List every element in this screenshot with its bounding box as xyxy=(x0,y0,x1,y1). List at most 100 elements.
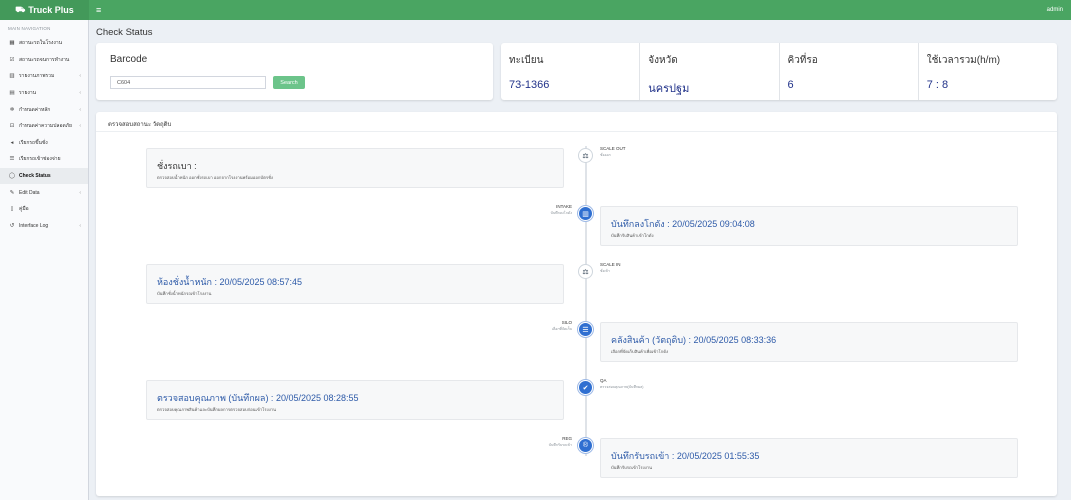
sidebar-item[interactable]: ✲ กำหนดค่าหลัก ‹ xyxy=(0,101,88,118)
timeline-card-title: บันทึกรับรถเข้า : 20/05/2025 01:55:35 xyxy=(611,451,760,461)
info-label: ใช้เวลารวม(h/m) xyxy=(926,55,1001,66)
timeline-card-title: บันทึกลงโกดัง : 20/05/2025 09:04:08 xyxy=(611,219,755,229)
barcode-panel: Barcode Search xyxy=(96,43,493,100)
bar-chart-icon: ▥ xyxy=(9,73,15,80)
checkbox-icon: ☑ xyxy=(9,56,15,63)
sidebar-item[interactable]: ⊡ กำหนดค่าความปลอดภัย ‹ xyxy=(0,118,88,135)
sidebar-item-label: รายงานภาพรวม xyxy=(19,73,55,80)
scale-icon: ⚖ xyxy=(578,264,593,279)
sidebar-item-label: รายงาน xyxy=(19,90,37,97)
timeline-step-subtitle: บันทึกรับรถเข้า xyxy=(548,443,572,447)
nav-header: MAIN NAVIGATION xyxy=(8,26,51,31)
chevron-left-icon: ‹ xyxy=(79,106,81,113)
sidebar-item[interactable]: ☰ เรียกรถเข้าช่องจ่าย xyxy=(0,151,88,168)
sidebar-item[interactable]: ◂ เรียกรถขึ้นชั่ง xyxy=(0,135,88,152)
info-province: จังหวัด นครปฐม xyxy=(640,43,780,100)
timeline-step-tag: SILO เลือกที่จัดเก็บ xyxy=(552,320,572,332)
sidebar-item-label: สถานะรถในโรงงาน xyxy=(19,40,63,47)
warehouse-icon: ▥ xyxy=(578,206,593,221)
sidebar-item[interactable]: ▥ รายงานภาพรวม ‹ xyxy=(0,68,88,85)
timeline-step-tag: SCALE IN ชั่งเข้า xyxy=(600,262,621,274)
barcode-title: Barcode xyxy=(110,54,148,65)
timeline-card-title: ชั่งรถเบา : xyxy=(157,161,197,171)
list-icon: ☰ xyxy=(9,156,15,163)
timeline-card-description: บันทึกรับสินค้าเข้าโกดัง xyxy=(611,233,654,238)
sidebar-item-label: สถานะรถจนการทำงาน xyxy=(19,56,70,63)
top-bar: ⛟ Truck Plus ≡ admin xyxy=(0,0,1071,20)
dashboard-icon: ▦ xyxy=(9,40,15,47)
speaker-icon: ◂ xyxy=(10,139,14,146)
info-label: ทะเบียน xyxy=(509,55,544,66)
chevron-left-icon: ‹ xyxy=(79,189,81,196)
page-title: Check Status xyxy=(96,27,153,38)
sidebar-item[interactable]: ✎ Edit Data ‹ xyxy=(0,184,88,201)
sidebar-item[interactable]: ↺ Interface Log ‹ xyxy=(0,218,88,235)
timeline-card-description: ตรวจสอบน้ำหนัก ออกชั่งรถเบา ออกจากโรงงาน… xyxy=(157,175,273,180)
timeline-step-code: SCALE IN xyxy=(600,262,621,267)
timeline-step-tag: SCALE OUT ชั่งออก xyxy=(600,146,626,158)
sidebar-item[interactable]: ▤ รายงาน ‹ xyxy=(0,85,88,102)
timeline-line xyxy=(585,146,587,456)
timeline-card-title: ตรวจสอบคุณภาพ (บันทึกผล) : 20/05/2025 08… xyxy=(157,393,359,403)
manual-icon: ▯ xyxy=(10,206,14,213)
timeline-step-subtitle: ชั่งออก xyxy=(600,153,611,157)
chevron-left-icon: ‹ xyxy=(79,90,81,97)
circle-check-icon: ◯ xyxy=(8,173,16,180)
info-value: 6 xyxy=(787,79,794,91)
sidebar-item-label: กำหนดค่าหลัก xyxy=(19,106,51,113)
timeline-card-description: บันทึกชั่งน้ำหนักรถเข้าโรงงาน xyxy=(157,291,212,296)
chevron-left-icon: ‹ xyxy=(79,123,81,130)
lock-icon: ⊡ xyxy=(9,123,15,130)
user-menu[interactable]: admin xyxy=(1047,7,1063,13)
timeline-card: บันทึกลงโกดัง : 20/05/2025 09:04:08 บันทึ… xyxy=(600,206,1018,246)
sidebar-item[interactable]: ☑ สถานะรถจนการทำงาน xyxy=(0,52,88,69)
timeline-step-subtitle: ชั่งเข้า xyxy=(600,269,610,273)
scale-icon: ⚖ xyxy=(578,148,593,163)
info-value: นครปฐม xyxy=(648,83,690,95)
chevron-left-icon: ‹ xyxy=(79,73,81,80)
sidebar-nav: ▦ สถานะรถในโรงงาน ☑ สถานะรถจนการทำงาน ▥ รายงา… xyxy=(0,35,88,234)
timeline-card-description: เลือกที่จัดเก็บสินค้าเพื่อเข้าโกดัง xyxy=(611,349,669,354)
timeline-step-code: INTAKE xyxy=(556,204,572,209)
sidebar-item[interactable]: ▦ สถานะรถในโรงงาน xyxy=(0,35,88,52)
sidebar-item[interactable]: ▯ คู่มือ xyxy=(0,201,88,218)
gear-icon: ✲ xyxy=(9,106,15,113)
chevron-left-icon: ‹ xyxy=(79,222,81,229)
search-button[interactable]: Search xyxy=(273,76,305,89)
timeline-step-code: SILO xyxy=(561,320,572,325)
timeline-step-code: SCALE OUT xyxy=(600,146,626,151)
barcode-input[interactable] xyxy=(110,76,266,89)
sidebar-item[interactable]: ◯ Check Status xyxy=(0,167,88,185)
timeline-card-title: คลังสินค้า (วัตถุดิบ) : 20/05/2025 08:33… xyxy=(611,335,777,345)
vehicle-info-panel: ทะเบียน 73-1366 จังหวัด นครปฐม คิวที่รอ … xyxy=(501,43,1057,100)
timeline-card: ห้องชั่งน้ำหนัก : 20/05/2025 08:57:45 บัน… xyxy=(146,264,564,304)
timeline-card: บันทึกรับรถเข้า : 20/05/2025 01:55:35 บัน… xyxy=(600,438,1018,478)
history-icon: ↺ xyxy=(9,222,15,229)
status-title: ตรวจสอบสถานะ วัตถุดิบ xyxy=(108,122,172,128)
info-queue: คิวที่รอ 6 xyxy=(780,43,919,100)
info-label: คิวที่รอ xyxy=(787,55,818,66)
main-content: Check Status Barcode Search ทะเบียน 73-1… xyxy=(89,20,1071,500)
timeline-step-code: REG xyxy=(562,436,572,441)
timeline-step-code: QA xyxy=(600,378,607,383)
check-icon: ✔ xyxy=(578,380,593,395)
menu-toggle-icon[interactable]: ≡ xyxy=(96,5,101,15)
timeline-step-tag: REG บันทึกรับรถเข้า xyxy=(549,436,572,448)
edit-icon: ✎ xyxy=(9,189,15,196)
timeline-card-title: ห้องชั่งน้ำหนัก : 20/05/2025 08:57:45 xyxy=(157,277,303,287)
sidebar-item-label: เรียกรถขึ้นชั่ง xyxy=(19,139,48,146)
database-icon: ☰ xyxy=(578,322,593,337)
book-icon: ▤ xyxy=(9,90,15,97)
timeline-card-description: บันทึกรับรถเข้าโรงงาน xyxy=(611,465,652,470)
info-value: 7 : 8 xyxy=(926,79,949,91)
truck-icon: ⛟ xyxy=(15,5,26,14)
sidebar-item-label: กำหนดค่าความปลอดภัย xyxy=(19,123,72,130)
timeline-card: ชั่งรถเบา : ตรวจสอบน้ำหนัก ออกชั่งรถเบา อ… xyxy=(146,148,564,188)
sidebar-item-label: เรียกรถเข้าช่องจ่าย xyxy=(19,156,61,163)
sidebar-item-label: คู่มือ xyxy=(19,206,29,213)
timeline-step-subtitle: บันทึกลงโกดัง xyxy=(550,211,572,215)
info-total-time: ใช้เวลารวม(h/m) 7 : 8 xyxy=(919,43,1057,100)
timeline-step-subtitle: ตรวจสอบคุณภาพ(บันทึกผล) xyxy=(600,385,644,389)
sidebar: MAIN NAVIGATION ▦ สถานะรถในโรงงาน ☑ สถานะรถ… xyxy=(0,20,89,500)
brand-logo[interactable]: ⛟ Truck Plus xyxy=(0,0,89,20)
